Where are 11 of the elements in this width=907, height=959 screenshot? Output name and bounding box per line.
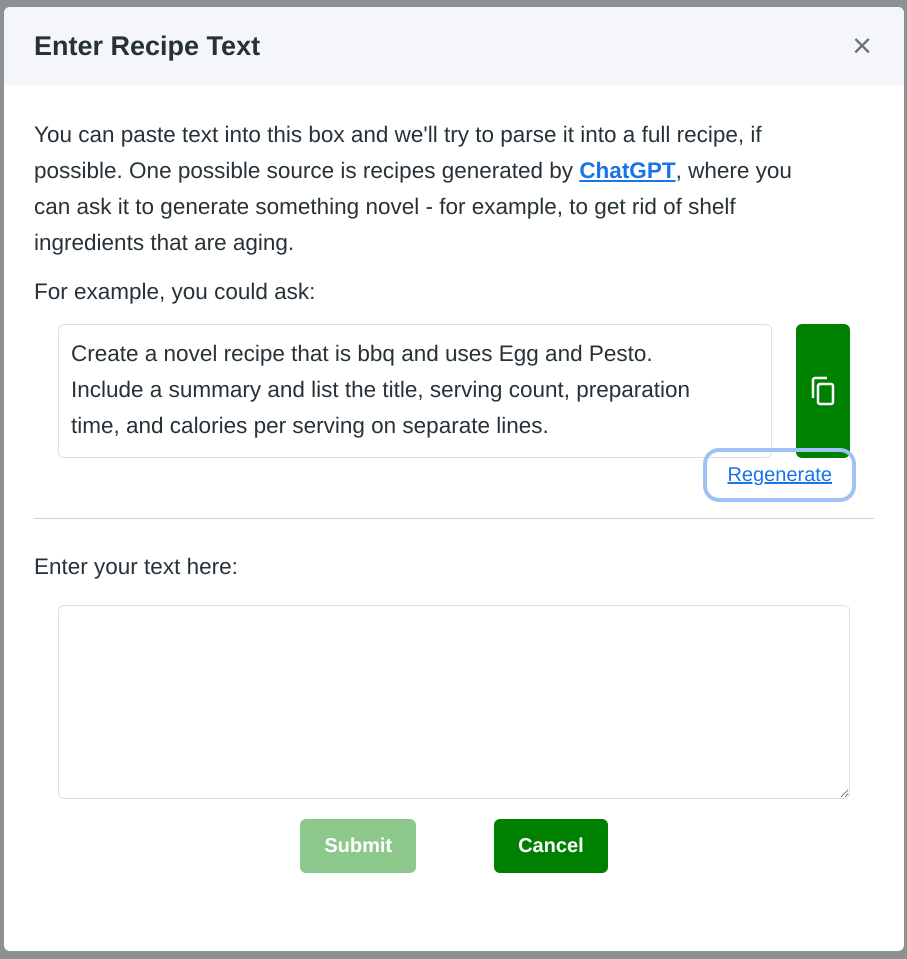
dialog-title: Enter Recipe Text — [34, 30, 260, 63]
intro-paragraph: You can paste text into this box and we'll try to parse it into a full recipe, if possible. One possible source is recipes generated by ChatGPT, where you can ask it to generate something novel - for example, to get rid of shelf ingredients that are aging. — [34, 121, 793, 257]
prompt-text: Create a novel recipe that is bbq and uses Egg and Pesto. Include a summary and list the title, serving count, preparation time, and calories per serving on separate lines. — [58, 324, 772, 458]
close-button[interactable]: × — [852, 29, 872, 63]
copy-icon — [810, 376, 836, 406]
copy-button[interactable] — [796, 324, 850, 458]
cancel-button[interactable]: Cancel — [494, 819, 608, 873]
example-label: For example, you could ask: — [34, 278, 316, 306]
entry-label: Enter your text here: — [34, 553, 239, 581]
text-entry-field[interactable] — [58, 605, 850, 799]
chatgpt-link[interactable]: ChatGPT — [579, 158, 676, 183]
